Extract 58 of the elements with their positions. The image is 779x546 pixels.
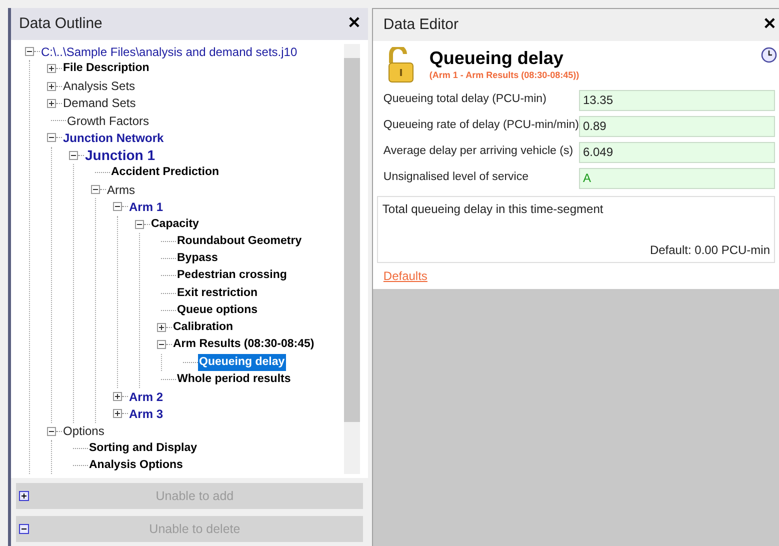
default-value-text: Default: 0.00 PCU-min bbox=[650, 242, 770, 259]
tree-item[interactable]: C:\..\Sample Files\analysis and demand sets.j10 bbox=[40, 42, 298, 61]
value-field[interactable]: 6.049 bbox=[579, 142, 775, 162]
expand-icon[interactable] bbox=[157, 323, 166, 332]
tree-item[interactable]: File Description bbox=[62, 60, 150, 78]
tree-item[interactable]: Growth Factors bbox=[66, 112, 150, 130]
editor-subheading: (Arm 1 - Arm Results (08:30-08:45)) bbox=[429, 69, 580, 82]
description-text: Total queueing delay in this time-segment bbox=[382, 201, 604, 218]
tree-item[interactable]: Arms bbox=[106, 180, 136, 199]
collapse-icon[interactable] bbox=[69, 150, 78, 160]
minus-icon bbox=[19, 524, 29, 534]
panel-title: Data Editor bbox=[383, 14, 458, 35]
collapse-icon[interactable] bbox=[135, 220, 144, 229]
plus-icon bbox=[19, 491, 29, 501]
expand-icon[interactable] bbox=[47, 82, 56, 91]
field-label: Queueing rate of delay (PCU-min/min) bbox=[383, 118, 579, 134]
field-label: Queueing total delay (PCU-min) bbox=[383, 92, 546, 108]
collapse-icon[interactable] bbox=[113, 202, 122, 212]
tree-item[interactable]: Bypass bbox=[176, 250, 219, 268]
tree-item[interactable]: Queue options bbox=[176, 302, 258, 319]
tree-item[interactable]: Arm 1 bbox=[128, 198, 164, 216]
tree-item[interactable]: Analysis Sets bbox=[62, 77, 136, 96]
tree-item[interactable]: Arm 3 bbox=[128, 404, 164, 423]
tree-item[interactable]: Capacity bbox=[150, 216, 200, 233]
tree-item[interactable]: Arm 2 bbox=[128, 388, 164, 406]
collapse-icon[interactable] bbox=[47, 133, 56, 142]
tree-item[interactable]: Whole period results bbox=[176, 370, 292, 388]
tree-item[interactable]: Roundabout Geometry bbox=[176, 232, 303, 250]
clock-icon[interactable] bbox=[761, 47, 777, 63]
tree-item[interactable]: Junction 1 bbox=[84, 144, 156, 166]
tree-item[interactable]: Analysis Options bbox=[88, 457, 184, 474]
scrollbar[interactable] bbox=[344, 44, 360, 474]
value-field[interactable]: 0.89 bbox=[579, 116, 775, 136]
field-label: Average delay per arriving vehicle (s) bbox=[383, 144, 574, 160]
tree-item[interactable]: Pedestrian crossing bbox=[176, 267, 288, 284]
tree-item[interactable]: Accident Prediction bbox=[110, 164, 220, 181]
tree-item[interactable]: Options bbox=[62, 422, 106, 440]
collapse-icon[interactable] bbox=[91, 185, 100, 194]
tree-item[interactable]: Junction Network bbox=[62, 128, 165, 147]
tree-item[interactable]: Sorting and Display bbox=[88, 440, 198, 457]
collapse-icon[interactable] bbox=[47, 426, 56, 436]
expand-icon[interactable] bbox=[113, 392, 122, 402]
tree-item[interactable]: Demand Sets bbox=[62, 94, 137, 112]
value-field[interactable]: 13.35 bbox=[579, 90, 775, 110]
editor-heading: Queueing delay bbox=[429, 47, 564, 69]
tree-item[interactable]: Arm Results (08:30-08:45) bbox=[172, 336, 316, 354]
close-button[interactable]: ✕ bbox=[347, 12, 360, 36]
tree-item[interactable]: Queueing delay bbox=[198, 354, 286, 371]
collapse-icon[interactable] bbox=[25, 47, 34, 56]
tree-item[interactable]: Exit restriction bbox=[176, 284, 259, 302]
field-label: Unsignalised level of service bbox=[383, 170, 529, 186]
expand-icon[interactable] bbox=[47, 64, 56, 74]
close-button[interactable]: ✕ bbox=[763, 13, 776, 37]
expand-icon[interactable] bbox=[113, 409, 122, 418]
expand-icon[interactable] bbox=[47, 98, 56, 108]
panel-title: Data Outline bbox=[19, 14, 102, 34]
tree-item[interactable]: Calibration bbox=[172, 319, 234, 336]
collapse-icon[interactable] bbox=[157, 340, 166, 350]
